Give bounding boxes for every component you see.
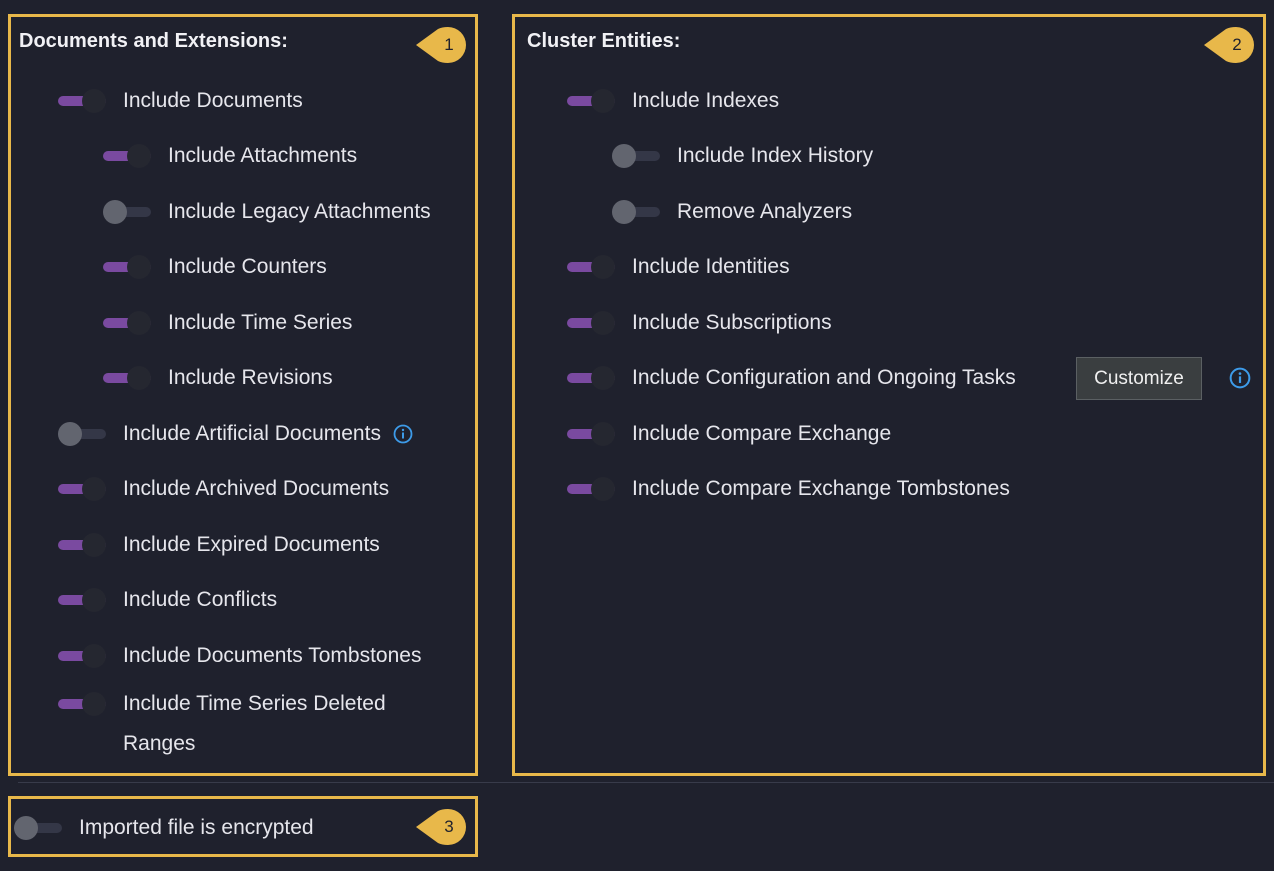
include-archived-documents-toggle[interactable] (58, 476, 106, 502)
include-configuration-label: Include Configuration and Ongoing Tasks (632, 366, 1016, 389)
include-indexes-label: Include Indexes (632, 89, 780, 112)
step-badge-number: 1 (444, 35, 454, 54)
include-archived-documents-label: Include Archived Documents (123, 477, 390, 500)
include-expired-documents-toggle[interactable] (58, 532, 106, 558)
step-badge-1: 1 (416, 27, 466, 63)
include-time-series-toggle[interactable] (103, 310, 151, 336)
include-archived-documents-row[interactable]: Include Archived Documents (58, 476, 389, 502)
include-time-series-deleted-ranges-row-continued: Ranges (123, 731, 195, 757)
include-compare-exchange-toggle[interactable] (567, 421, 615, 447)
include-time-series-label: Include Time Series (168, 311, 353, 334)
cluster-entities-title: Cluster Entities: (527, 30, 681, 52)
include-indexes-row[interactable]: Include Indexes (567, 88, 779, 114)
include-documents-tombstones-toggle[interactable] (58, 643, 106, 669)
include-artificial-documents-label: Include Artificial Documents (123, 422, 381, 445)
include-attachments-row[interactable]: Include Attachments (103, 143, 357, 169)
include-artificial-documents-row[interactable]: Include Artificial Documents (58, 421, 413, 447)
include-revisions-row[interactable]: Include Revisions (103, 365, 333, 391)
include-conflicts-row[interactable]: Include Conflicts (58, 587, 277, 613)
include-indexes-toggle[interactable] (567, 88, 615, 114)
include-time-series-deleted-ranges-toggle[interactable] (58, 691, 106, 717)
include-expired-documents-label: Include Expired Documents (123, 533, 380, 556)
include-configuration-toggle[interactable] (567, 365, 615, 391)
include-subscriptions-toggle[interactable] (567, 310, 615, 336)
include-time-series-deleted-label: Include Time Series Deleted (123, 692, 386, 715)
include-counters-row[interactable]: Include Counters (103, 254, 327, 280)
include-documents-tombstones-label: Include Documents Tombstones (123, 644, 422, 667)
step-badge-number: 3 (444, 817, 454, 836)
include-conflicts-label: Include Conflicts (123, 588, 278, 611)
section-divider (18, 782, 1274, 783)
include-compare-exchange-tombstones-row[interactable]: Include Compare Exchange Tombstones (567, 476, 1010, 502)
include-counters-label: Include Counters (168, 255, 327, 278)
include-compare-exchange-label: Include Compare Exchange (632, 422, 892, 445)
include-subscriptions-label: Include Subscriptions (632, 311, 832, 334)
step-badge-3: 3 (416, 809, 466, 845)
include-compare-exchange-tombstones-label: Include Compare Exchange Tombstones (632, 477, 1010, 500)
include-time-series-row[interactable]: Include Time Series (103, 310, 352, 336)
include-index-history-label: Include Index History (677, 144, 874, 167)
remove-analyzers-toggle[interactable] (612, 199, 660, 225)
encryption-panel: Imported file is encrypted 3 (8, 796, 478, 857)
cluster-entities-panel: Cluster Entities: 2 Include Indexes Incl… (512, 14, 1266, 776)
imported-file-encrypted-toggle[interactable] (14, 815, 62, 841)
include-attachments-toggle[interactable] (103, 143, 151, 169)
documents-extensions-panel: Documents and Extensions: 1 Include Docu… (8, 14, 478, 776)
include-artificial-documents-toggle[interactable] (58, 421, 106, 447)
include-time-series-deleted-ranges-row[interactable]: Include Time Series Deleted (58, 691, 386, 717)
include-documents-toggle[interactable] (58, 88, 106, 114)
include-counters-toggle[interactable] (103, 254, 151, 280)
step-badge-number: 2 (1232, 35, 1242, 54)
include-identities-label: Include Identities (632, 255, 790, 278)
include-compare-exchange-tombstones-toggle[interactable] (567, 476, 615, 502)
include-legacy-attachments-label: Include Legacy Attachments (168, 200, 431, 223)
remove-analyzers-row[interactable]: Remove Analyzers (612, 199, 852, 225)
include-identities-row[interactable]: Include Identities (567, 254, 790, 280)
info-icon[interactable] (393, 424, 413, 444)
include-configuration-row[interactable]: Include Configuration and Ongoing Tasks (567, 365, 1016, 391)
customize-button[interactable]: Customize (1076, 357, 1202, 400)
include-legacy-attachments-toggle[interactable] (103, 199, 151, 225)
include-documents-tombstones-row[interactable]: Include Documents Tombstones (58, 643, 421, 669)
include-expired-documents-row[interactable]: Include Expired Documents (58, 532, 380, 558)
imported-file-encrypted-row[interactable]: Imported file is encrypted (14, 815, 314, 841)
documents-extensions-title: Documents and Extensions: (19, 30, 288, 52)
include-documents-row[interactable]: Include Documents (58, 88, 303, 114)
include-attachments-label: Include Attachments (168, 144, 358, 167)
include-subscriptions-row[interactable]: Include Subscriptions (567, 310, 832, 336)
step-badge-2: 2 (1204, 27, 1254, 63)
imported-file-encrypted-label: Imported file is encrypted (79, 816, 314, 839)
include-documents-label: Include Documents (123, 89, 303, 112)
include-revisions-label: Include Revisions (168, 366, 333, 389)
remove-analyzers-label: Remove Analyzers (677, 200, 853, 223)
include-revisions-toggle[interactable] (103, 365, 151, 391)
include-conflicts-toggle[interactable] (58, 587, 106, 613)
include-legacy-attachments-row[interactable]: Include Legacy Attachments (103, 199, 431, 225)
include-compare-exchange-row[interactable]: Include Compare Exchange (567, 421, 891, 447)
ranges-label: Ranges (123, 732, 196, 755)
include-index-history-row[interactable]: Include Index History (612, 143, 873, 169)
info-icon[interactable] (1229, 367, 1251, 389)
include-index-history-toggle[interactable] (612, 143, 660, 169)
include-identities-toggle[interactable] (567, 254, 615, 280)
